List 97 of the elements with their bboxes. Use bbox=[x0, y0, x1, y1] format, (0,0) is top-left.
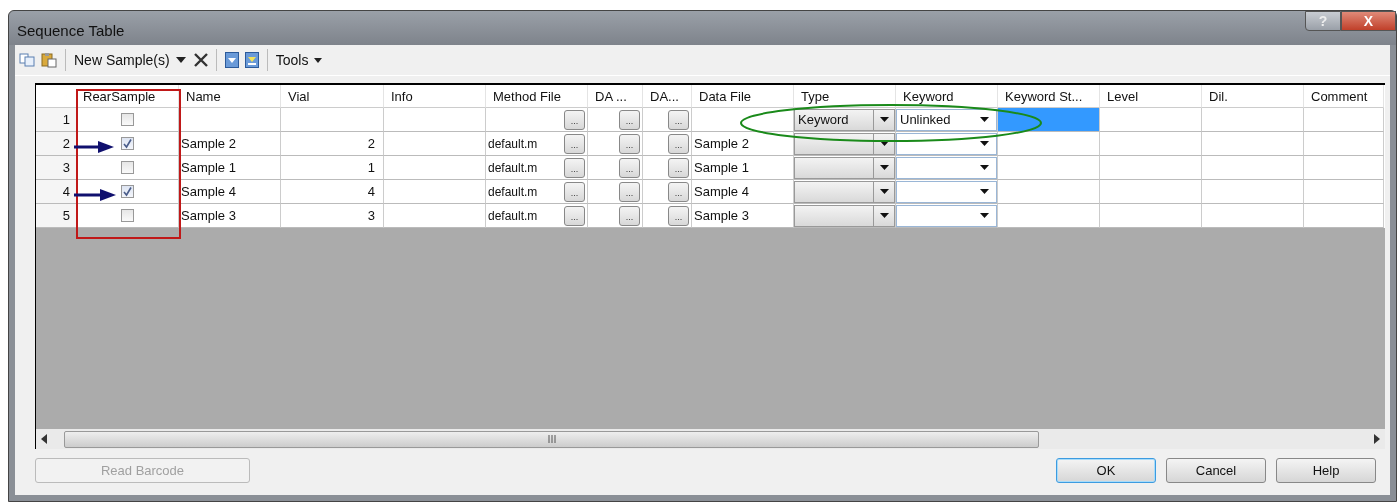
dropdown-arrow-icon[interactable] bbox=[879, 141, 889, 146]
checkbox[interactable] bbox=[120, 137, 134, 150]
table-cell: 3 bbox=[281, 204, 384, 228]
link-state-field[interactable] bbox=[896, 156, 997, 179]
new-samples-button[interactable]: New Sample(s) bbox=[74, 52, 170, 68]
dropdown-arrow-icon[interactable] bbox=[980, 165, 989, 170]
move-bottom-icon[interactable] bbox=[244, 52, 259, 68]
browse-button[interactable]: ... bbox=[668, 205, 689, 226]
browse-button[interactable]: ... bbox=[619, 133, 640, 154]
dropdown-arrow-icon[interactable] bbox=[879, 165, 889, 170]
browse-button[interactable]: ... bbox=[564, 205, 585, 226]
paste-icon[interactable] bbox=[41, 52, 57, 68]
table-cell[interactable] bbox=[998, 108, 1100, 132]
column-header[interactable]: Type bbox=[794, 85, 896, 108]
table-cell[interactable] bbox=[998, 180, 1100, 204]
table-cell: default.m bbox=[488, 184, 538, 199]
close-button[interactable]: X bbox=[1341, 11, 1396, 31]
checkbox[interactable] bbox=[120, 185, 134, 198]
table-cell[interactable] bbox=[998, 132, 1100, 156]
dropdown-arrow-icon[interactable] bbox=[980, 189, 989, 194]
column-header[interactable]: Data File bbox=[692, 85, 794, 108]
table-cell: Sample 3 bbox=[179, 204, 281, 228]
browse-button[interactable]: ... bbox=[619, 157, 640, 178]
caret-icon[interactable] bbox=[314, 57, 323, 63]
column-header[interactable]: Comment bbox=[1304, 85, 1384, 108]
column-header[interactable]: Info bbox=[384, 85, 486, 108]
link-state-field[interactable]: Unlinked bbox=[896, 108, 997, 131]
type-dropdown[interactable] bbox=[794, 132, 895, 155]
type-dropdown[interactable]: Keyword bbox=[794, 108, 895, 131]
browse-button[interactable]: ... bbox=[564, 157, 585, 178]
row-number[interactable]: 1 bbox=[36, 108, 76, 132]
table-cell: Sample 1 bbox=[179, 156, 281, 180]
scroll-thumb[interactable] bbox=[64, 430, 1039, 448]
dropdown-arrow-icon[interactable] bbox=[879, 117, 889, 122]
browse-button[interactable]: ... bbox=[619, 205, 640, 226]
dialog-button[interactable]: Cancel bbox=[1166, 458, 1266, 483]
dialog-button[interactable]: Help bbox=[1276, 458, 1376, 483]
table-cell[interactable] bbox=[998, 156, 1100, 180]
horizontal-scrollbar[interactable] bbox=[36, 429, 1385, 449]
row-number[interactable]: 2 bbox=[36, 132, 76, 156]
copy-icon[interactable] bbox=[19, 52, 35, 68]
browse-button[interactable]: ... bbox=[668, 109, 689, 130]
arrow-annotation bbox=[74, 189, 116, 201]
checkbox[interactable] bbox=[120, 113, 134, 126]
table-cell: default.m bbox=[488, 136, 538, 151]
table-cell: 2 bbox=[281, 132, 384, 156]
table-cell: 1 bbox=[281, 156, 384, 180]
column-header[interactable]: Dil. bbox=[1202, 85, 1304, 108]
browse-button[interactable]: ... bbox=[564, 133, 585, 154]
column-header[interactable]: Keyword St... bbox=[998, 85, 1100, 108]
browse-button[interactable]: ... bbox=[668, 133, 689, 154]
column-header[interactable]: Name bbox=[179, 85, 281, 108]
table-cell: Sample 4 bbox=[179, 180, 281, 204]
row-number[interactable]: 3 bbox=[36, 156, 76, 180]
column-header[interactable]: DA... bbox=[643, 85, 692, 108]
browse-button[interactable]: ... bbox=[668, 181, 689, 202]
row-number[interactable]: 4 bbox=[36, 180, 76, 204]
column-header[interactable]: Method File bbox=[486, 85, 588, 108]
browse-button[interactable]: ... bbox=[619, 181, 640, 202]
browse-button[interactable]: ... bbox=[668, 157, 689, 178]
table-cell[interactable] bbox=[998, 204, 1100, 228]
table-cell: Sample 4 bbox=[692, 180, 794, 204]
arrow-annotation bbox=[74, 141, 114, 153]
column-header[interactable]: DA ... bbox=[588, 85, 643, 108]
table-cell: Sample 1 bbox=[692, 156, 794, 180]
row-number[interactable]: 5 bbox=[36, 204, 76, 228]
scroll-right-icon[interactable] bbox=[1373, 434, 1381, 444]
link-state-field[interactable] bbox=[896, 180, 997, 203]
window-title: Sequence Table bbox=[17, 22, 125, 39]
delete-icon[interactable] bbox=[193, 53, 208, 67]
dropdown-arrow-icon[interactable] bbox=[879, 189, 889, 194]
dropdown-arrow-icon[interactable] bbox=[980, 141, 989, 146]
table-cell: default.m bbox=[488, 208, 538, 223]
checkbox[interactable] bbox=[120, 161, 134, 174]
column-header[interactable]: RearSample bbox=[76, 85, 179, 108]
link-state-field[interactable] bbox=[896, 204, 997, 227]
move-down-icon[interactable] bbox=[224, 52, 239, 68]
dropdown-arrow-icon[interactable] bbox=[980, 213, 989, 218]
checkbox[interactable] bbox=[120, 209, 134, 222]
table-cell: Sample 2 bbox=[692, 132, 794, 156]
scroll-left-icon[interactable] bbox=[40, 434, 48, 444]
caret-icon[interactable] bbox=[175, 57, 186, 63]
dialog-button[interactable]: OK bbox=[1056, 458, 1156, 483]
table-cell: 4 bbox=[281, 180, 384, 204]
browse-button[interactable]: ... bbox=[564, 181, 585, 202]
link-state-field[interactable] bbox=[896, 132, 997, 155]
browse-button[interactable]: ... bbox=[564, 109, 585, 130]
dropdown-arrow-icon[interactable] bbox=[879, 213, 889, 218]
browse-button[interactable]: ... bbox=[619, 109, 640, 130]
dropdown-arrow-icon[interactable] bbox=[980, 117, 989, 122]
table-cell: Sample 3 bbox=[692, 204, 794, 228]
column-header[interactable]: Level bbox=[1100, 85, 1202, 108]
column-header[interactable]: Keyword bbox=[896, 85, 998, 108]
table-cell: Sample 2 bbox=[179, 132, 281, 156]
column-header[interactable]: Vial bbox=[281, 85, 384, 108]
table-cell: default.m bbox=[488, 160, 538, 175]
tools-menu[interactable]: Tools bbox=[275, 52, 309, 68]
